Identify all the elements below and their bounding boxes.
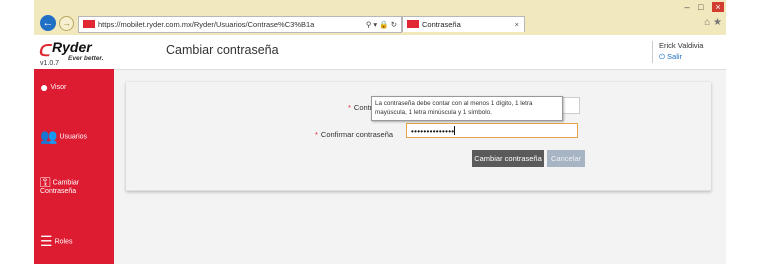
logo-mark-icon: ᑕ: [38, 43, 50, 60]
password-label: * Contr: [348, 103, 372, 112]
sidebar-item-visor[interactable]: ● Visor: [40, 79, 66, 95]
sidebar: ● Visor 👥 Usuarios ⚿ Cambiar Contraseña ☰ Ro…: [34, 69, 114, 264]
password-rules-tooltip: La contraseña debe contar con al menos 1…: [371, 96, 563, 121]
sidebar-item-label: Visor: [50, 83, 67, 91]
maximize-icon[interactable]: □: [698, 2, 703, 12]
browser-tab[interactable]: Contraseña ×: [402, 16, 525, 32]
forward-arrow-icon[interactable]: →: [59, 16, 74, 31]
logout-link[interactable]: ⏻ Salir: [659, 52, 703, 62]
confirm-label-text: Confirmar contraseña: [320, 130, 394, 139]
lock-icon: 🔒: [379, 20, 389, 29]
required-marker: *: [348, 103, 351, 112]
star-icon[interactable]: ★: [713, 17, 722, 28]
map-pin-icon: ●: [40, 79, 49, 95]
required-marker: *: [315, 130, 318, 139]
sidebar-item-usuarios[interactable]: 👥 Usuarios: [40, 128, 87, 145]
browser-window: – □ × ← → https://mobilet.ryder.com.mx/R…: [34, 0, 726, 264]
change-password-button[interactable]: Cambiar contraseña: [472, 150, 544, 167]
sidebar-item-label: Usuarios: [59, 133, 88, 141]
site-favicon-icon: [83, 20, 95, 28]
sidebar-item-cambiar-contrasena[interactable]: ⚿ Cambiar Contraseña: [40, 175, 110, 196]
tab-title: Contraseña: [422, 20, 461, 29]
address-tools: ⚲ ▾ 🔒 ↻: [365, 20, 397, 29]
power-icon: ⏻: [659, 52, 665, 61]
logo-tagline: Ever better.: [68, 55, 104, 62]
password-label-text: Contr: [353, 103, 373, 112]
sidebar-item-label: Roles: [54, 238, 73, 246]
sidebar-item-roles[interactable]: ☰ Roles: [40, 233, 72, 250]
refresh-icon[interactable]: ↻: [391, 20, 397, 29]
users-icon: 👥: [40, 128, 58, 144]
page-title: Cambiar contraseña: [166, 43, 279, 57]
browser-toolbar: – □ × ← → https://mobilet.ryder.com.mx/R…: [34, 0, 726, 35]
logout-label: Salir: [667, 52, 683, 61]
app-header: ᑕ Ryder Ever better. v1.0.7 Cambiar cont…: [34, 35, 726, 70]
address-bar[interactable]: https://mobilet.ryder.com.mx/Ryder/Usuar…: [78, 16, 402, 33]
logo-brand: Ryder: [52, 39, 92, 55]
browser-icons: ⌂ ★: [704, 17, 722, 28]
list-icon: ☰: [40, 233, 53, 249]
window-controls: – □ ×: [679, 2, 724, 12]
user-box: Erick Valdivia ⏻ Salir: [652, 41, 703, 63]
text-caret: [454, 126, 456, 135]
user-name: Erick Valdivia: [659, 41, 704, 50]
close-window-icon[interactable]: ×: [712, 2, 724, 12]
tab-favicon-icon: [407, 20, 419, 28]
tab-close-icon[interactable]: ×: [515, 17, 519, 32]
back-arrow-icon[interactable]: ←: [40, 15, 56, 31]
home-icon[interactable]: ⌂: [704, 17, 710, 28]
app-version: v1.0.7: [40, 60, 60, 67]
cancel-button[interactable]: Cancelar: [547, 150, 585, 167]
address-url: https://mobilet.ryder.com.mx/Ryder/Usuar…: [98, 20, 315, 29]
minimize-icon[interactable]: –: [685, 2, 690, 12]
confirm-password-value: ••••••••••••••: [411, 127, 455, 136]
search-icon[interactable]: ⚲: [366, 20, 372, 29]
confirm-password-label: * Confirmar contraseña: [315, 130, 393, 139]
confirm-password-field[interactable]: ••••••••••••••: [406, 123, 578, 138]
